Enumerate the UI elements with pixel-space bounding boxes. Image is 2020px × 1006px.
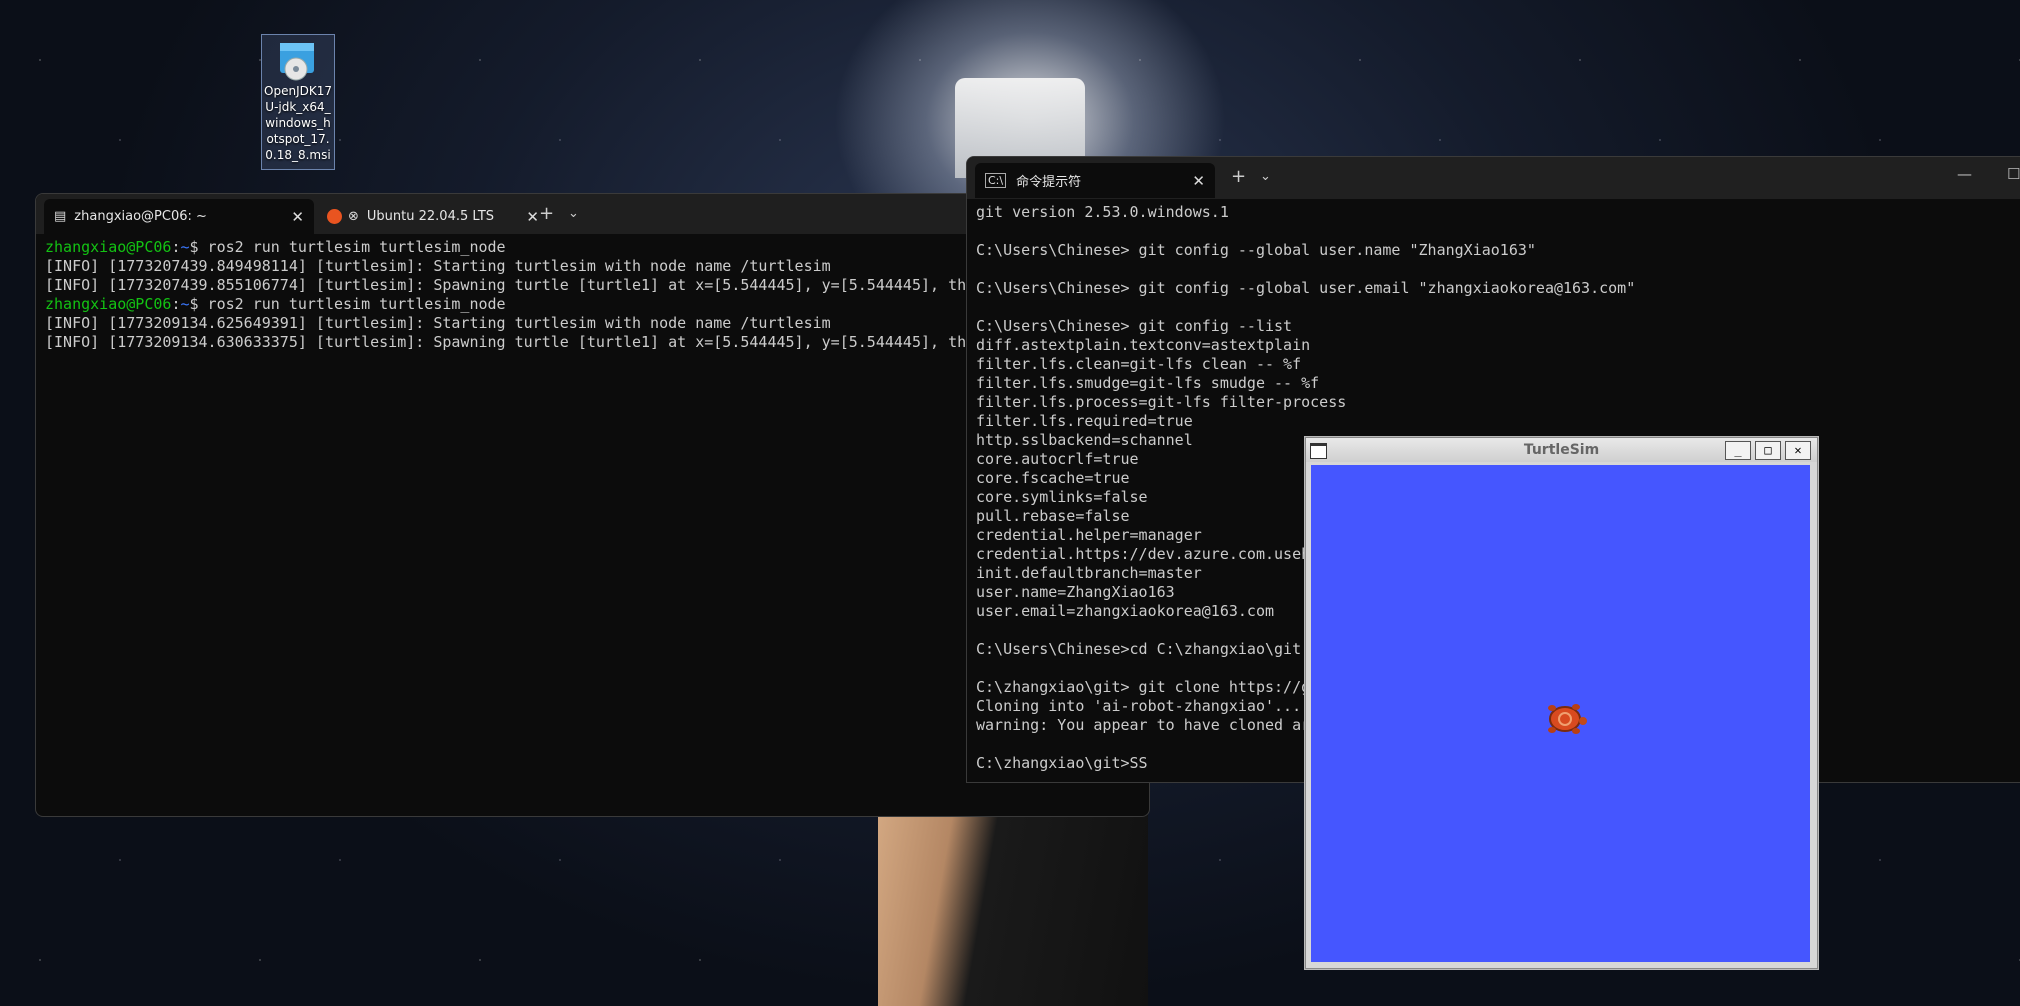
close-icon[interactable]: ✕ (1192, 172, 1205, 190)
turtlesim-title-bar[interactable]: TurtleSim _ □ ✕ (1306, 438, 1817, 462)
cmd-line: diff.astextplain.textconv=astextplain (976, 336, 1311, 354)
cmd-icon: C:\ (985, 173, 1007, 188)
cmd-line (976, 260, 2012, 279)
tab-command-prompt[interactable]: C:\ 命令提示符 ✕ (975, 163, 1215, 198)
cmd-line: filter.lfs.clean=git-lfs clean -- %f (976, 355, 1302, 373)
turtle-icon (1548, 704, 1587, 734)
tab-label: 命令提示符 (1016, 175, 1082, 190)
minimize-button[interactable]: _ (1725, 441, 1751, 460)
new-tab-plus-icon[interactable]: + (539, 203, 554, 224)
turtlesim-canvas[interactable] (1311, 465, 1810, 962)
log-line: [INFO] [1773207439.849498114] [turtlesim… (45, 257, 831, 275)
chevron-down-icon[interactable]: ⌄ (1260, 169, 1271, 184)
tab-label: Ubuntu 22.04.5 LTS (366, 209, 495, 224)
cmd-line: git version 2.53.0.windows.1 (976, 203, 1229, 221)
desktop-icon-label: OpenJDK17U-jdk_x64_windows_hotspot_17.0.… (264, 84, 332, 162)
cmd-line: C:\Users\Chinese> git config --list (976, 317, 1293, 335)
close-icon[interactable]: ✕ (291, 208, 304, 226)
desktop: OpenJDK17U-jdk_x64_windows_hotspot_17.0.… (0, 0, 2020, 1006)
log-line: [INFO] [1773209134.625649391] [turtlesim… (45, 314, 831, 332)
maximize-button[interactable]: □ (1755, 441, 1781, 460)
cmd-line: filter.lfs.required=true (976, 412, 1193, 430)
cmd-line (976, 222, 2012, 241)
msi-installer-icon (276, 39, 320, 83)
desktop-icon-openjdk-msi[interactable]: OpenJDK17U-jdk_x64_windows_hotspot_17.0.… (261, 34, 335, 170)
cmd-line: C:\Users\Chinese> git config --global us… (976, 279, 1636, 297)
prompt-line: zhangxiao@PC06:~$ ros2 run turtlesim tur… (45, 295, 506, 313)
log-line: [INFO] [1773207439.855106774] [turtlesim… (45, 276, 976, 294)
prompt-line: zhangxiao@PC06:~$ ros2 run turtlesim tur… (45, 238, 506, 256)
cmd-line (976, 298, 2012, 317)
cmd-line: C:\Users\Chinese> git config --global us… (976, 241, 1536, 259)
turtlesim-window[interactable]: TurtleSim _ □ ✕ (1305, 437, 1818, 969)
new-tab-plus-icon[interactable]: + (1231, 166, 1246, 187)
close-icon[interactable]: ✕ (526, 208, 539, 226)
chevron-down-icon[interactable]: ⌄ (568, 206, 579, 221)
close-icon[interactable]: ⊗ (348, 209, 359, 224)
tab-label: zhangxiao@PC06: ~ (74, 209, 207, 224)
lighthouse-tower (878, 805, 1148, 1006)
minimize-icon[interactable]: — (1957, 165, 1972, 183)
terminal-icon: ▤ (54, 209, 67, 224)
tab-ubuntu[interactable]: ⊗ Ubuntu 22.04.5 LTS ✕ (319, 199, 549, 234)
cmd-line: filter.lfs.smudge=git-lfs smudge -- %f (976, 374, 1320, 392)
maximize-icon[interactable]: ☐ (2007, 165, 2020, 183)
cmd-line: filter.lfs.process=git-lfs filter-proces… (976, 393, 1347, 411)
ubuntu-icon (327, 209, 342, 224)
tab-zhangxiao-pc06[interactable]: ▤ zhangxiao@PC06: ~ ✕ (44, 199, 314, 234)
cmd-tab-bar: C:\ 命令提示符 ✕ + ⌄ — ☐ (967, 157, 2020, 199)
log-line: [INFO] [1773209134.630633375] [turtlesim… (45, 333, 976, 351)
close-button[interactable]: ✕ (1785, 441, 1811, 460)
